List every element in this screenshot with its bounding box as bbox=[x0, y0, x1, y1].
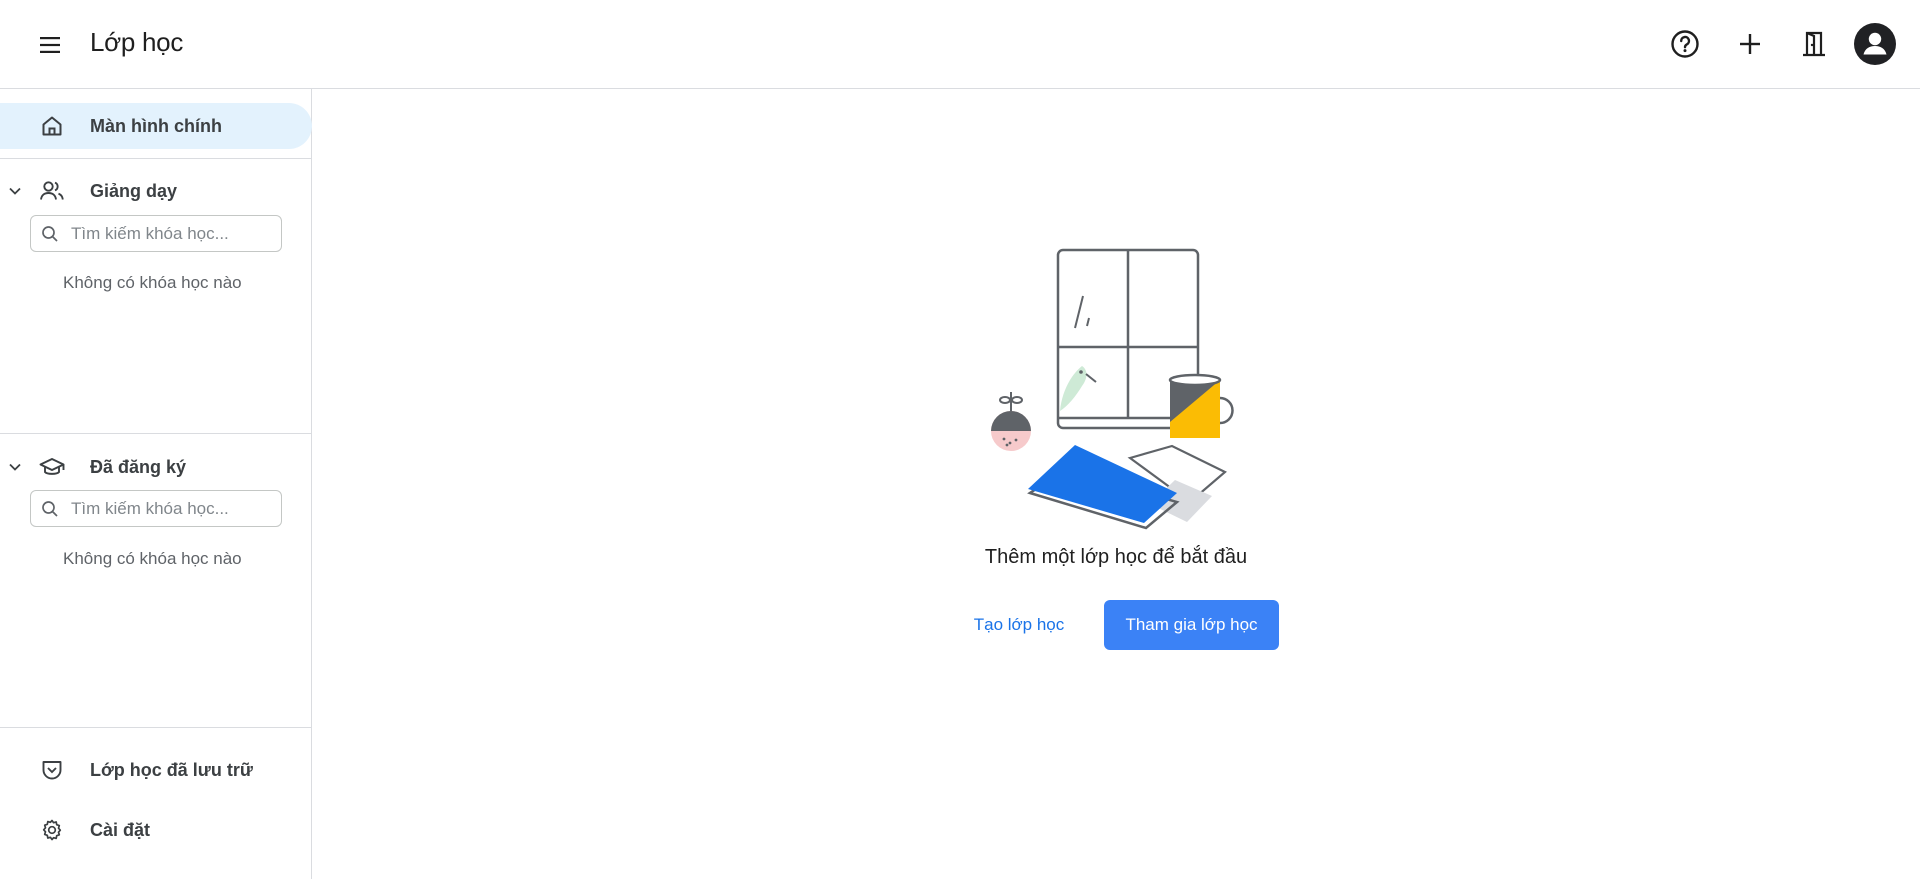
teaching-empty-text: Không có khóa học nào bbox=[63, 273, 242, 292]
gear-icon bbox=[38, 816, 66, 844]
empty-state-message: Thêm một lớp học để bắt đầu bbox=[984, 546, 1248, 568]
empty-state-illustration bbox=[991, 248, 1234, 530]
app-title[interactable]: Lớp học bbox=[90, 27, 183, 58]
account-icon bbox=[1854, 23, 1896, 65]
sidebar-item-home[interactable]: Màn hình chính bbox=[0, 103, 312, 149]
search-icon bbox=[42, 226, 58, 242]
teaching-search-input[interactable] bbox=[71, 216, 276, 251]
graduation-cap-icon bbox=[38, 453, 66, 481]
sidebar-section-teaching[interactable]: Giảng dạy bbox=[0, 168, 312, 214]
sidebar-item-label: Giảng dạy bbox=[90, 180, 178, 201]
people-icon bbox=[38, 177, 66, 205]
enrolled-empty-text: Không có khóa học nào bbox=[63, 549, 242, 568]
enrolled-search-input[interactable] bbox=[71, 491, 276, 526]
join-class-button[interactable]: Tham gia lớp học bbox=[1104, 600, 1279, 650]
teaching-search-field[interactable] bbox=[30, 215, 282, 252]
top-app-bar: Lớp học bbox=[0, 0, 1920, 89]
menu-icon bbox=[40, 37, 60, 53]
enrolled-search-field[interactable] bbox=[30, 490, 282, 527]
sidebar-item-label: Màn hình chính bbox=[90, 115, 222, 136]
plus-icon bbox=[1740, 34, 1760, 54]
account-button[interactable] bbox=[1851, 20, 1899, 68]
divider bbox=[0, 433, 312, 434]
navigation-drawer: Màn hình chính Giảng dạy Không có khóa h… bbox=[0, 89, 312, 879]
help-button[interactable] bbox=[1661, 20, 1709, 68]
archive-icon bbox=[38, 756, 66, 784]
sidebar-item-label: Cài đặt bbox=[90, 819, 151, 840]
search-icon bbox=[42, 501, 58, 517]
door-button[interactable] bbox=[1790, 20, 1838, 68]
create-or-join-class-button[interactable] bbox=[1726, 20, 1774, 68]
sidebar-item-label: Lớp học đã lưu trữ bbox=[90, 759, 253, 780]
help-icon bbox=[1671, 30, 1699, 58]
sidebar-item-settings[interactable]: Cài đặt bbox=[0, 807, 312, 853]
sidebar-item-label: Đã đăng ký bbox=[90, 456, 187, 477]
sidebar-section-enrolled[interactable]: Đã đăng ký bbox=[0, 444, 312, 490]
divider bbox=[0, 727, 312, 728]
chevron-down-icon[interactable] bbox=[6, 182, 24, 200]
chevron-down-icon[interactable] bbox=[6, 458, 24, 476]
divider bbox=[0, 158, 312, 159]
home-icon bbox=[38, 112, 66, 140]
sidebar-item-archived-classes[interactable]: Lớp học đã lưu trữ bbox=[0, 747, 312, 793]
main-menu-button[interactable] bbox=[30, 25, 70, 65]
door-icon bbox=[1803, 31, 1825, 57]
create-class-button[interactable]: Tạo lớp học bbox=[958, 600, 1080, 650]
